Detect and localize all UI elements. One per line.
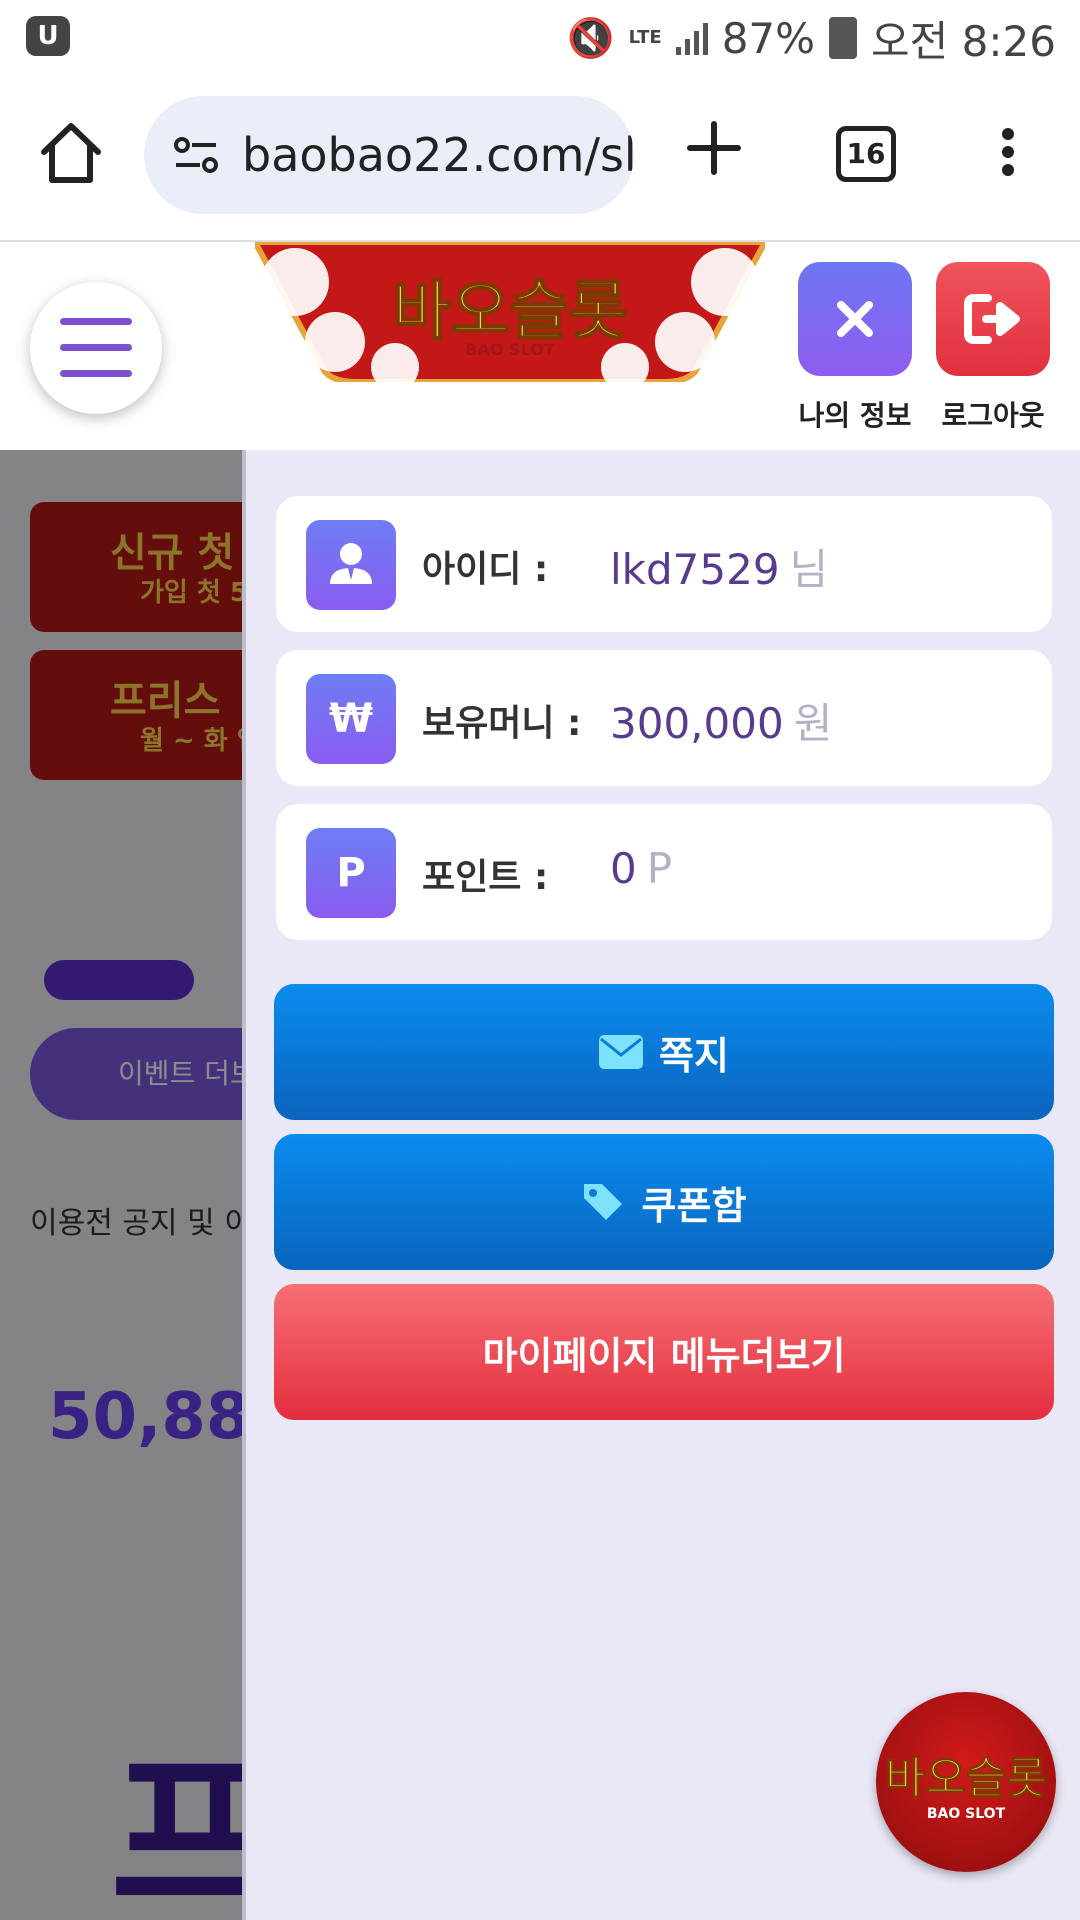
user-id-value-row: lkd7529 님 bbox=[610, 536, 828, 597]
money-unit: 원 bbox=[793, 699, 833, 748]
site-settings-icon[interactable] bbox=[168, 127, 224, 183]
logo-sub-text: BAO SLOT bbox=[465, 340, 555, 359]
user-icon bbox=[306, 520, 396, 610]
logout-button[interactable] bbox=[936, 262, 1050, 376]
app-notification-icon: U bbox=[26, 16, 70, 56]
battery-percent: 87% bbox=[721, 13, 816, 63]
mypage-menu-button[interactable]: 마이페이지 메뉴더보기 bbox=[274, 1284, 1054, 1420]
point-unit: P bbox=[646, 844, 673, 893]
fab-logo-sub: BAO SLOT bbox=[926, 1806, 1006, 1822]
logout-label: 로그아웃 bbox=[941, 399, 1045, 432]
point-card: P 포인트 : 0P bbox=[276, 804, 1052, 940]
mute-icon: 🔇 bbox=[567, 15, 615, 60]
site-header: 바오슬롯 BAO SLOT 나의 정보 로그아웃 bbox=[0, 242, 1080, 450]
battery-icon bbox=[829, 17, 858, 59]
floating-logo-button[interactable]: 바오슬롯 BAO SLOT bbox=[876, 1692, 1056, 1872]
sign-out-icon bbox=[964, 294, 1020, 344]
point-value-row: 0P bbox=[610, 844, 672, 893]
url-text: baobao22.com/sl bbox=[242, 128, 634, 182]
my-info-button[interactable] bbox=[798, 262, 912, 376]
home-icon[interactable] bbox=[36, 118, 106, 188]
money-value-row: 300,000 원 bbox=[610, 690, 832, 751]
clock: 오전 8:26 bbox=[871, 16, 1056, 66]
my-info-label: 나의 정보 bbox=[798, 399, 912, 432]
lte-icon: LTE bbox=[628, 27, 662, 48]
mypage-menu-button-label: 마이페이지 메뉴더보기 bbox=[482, 1333, 846, 1378]
point-label: 포인트 : bbox=[422, 857, 549, 898]
tag-icon bbox=[583, 1184, 622, 1220]
fab-logo-main: 바오슬롯 bbox=[885, 1753, 1048, 1805]
point-icon: P bbox=[306, 828, 396, 918]
menu-button[interactable] bbox=[30, 282, 162, 414]
money-label: 보유머니 : bbox=[422, 703, 582, 744]
more-options-icon[interactable] bbox=[994, 122, 1022, 182]
close-icon bbox=[837, 301, 873, 337]
status-icons: 🔇 LTE 87% 오전 8:26 bbox=[567, 10, 1056, 66]
user-id-unit: 님 bbox=[789, 545, 829, 594]
user-id-value: lkd7529 bbox=[610, 545, 780, 594]
logo-main-text: 바오슬롯 bbox=[391, 274, 629, 350]
envelope-icon bbox=[599, 1035, 644, 1069]
new-tab-icon[interactable] bbox=[684, 118, 744, 178]
user-id-card: 아이디 : lkd7529 님 bbox=[276, 496, 1052, 632]
user-id-label: 아이디 : bbox=[422, 549, 549, 590]
message-button-label: 쪽지 bbox=[659, 1033, 729, 1078]
money-card: ₩ 보유머니 : 300,000 원 bbox=[276, 650, 1052, 786]
signal-icon bbox=[675, 21, 708, 55]
overlay-dim[interactable] bbox=[0, 450, 242, 1920]
status-bar: U 🔇 LTE 87% 오전 8:26 bbox=[0, 0, 1080, 78]
message-button[interactable]: 쪽지 bbox=[274, 984, 1054, 1120]
won-icon: ₩ bbox=[306, 674, 396, 764]
tab-switcher-button[interactable]: 16 bbox=[836, 126, 896, 182]
coupon-button[interactable]: 쿠폰함 bbox=[274, 1134, 1054, 1270]
browser-toolbar: baobao22.com/sl 16 bbox=[0, 78, 1080, 242]
coupon-button-label: 쿠폰함 bbox=[641, 1183, 747, 1228]
point-value: 0 bbox=[610, 844, 637, 893]
money-value: 300,000 bbox=[610, 699, 784, 748]
address-bar[interactable]: baobao22.com/sl bbox=[144, 96, 634, 214]
